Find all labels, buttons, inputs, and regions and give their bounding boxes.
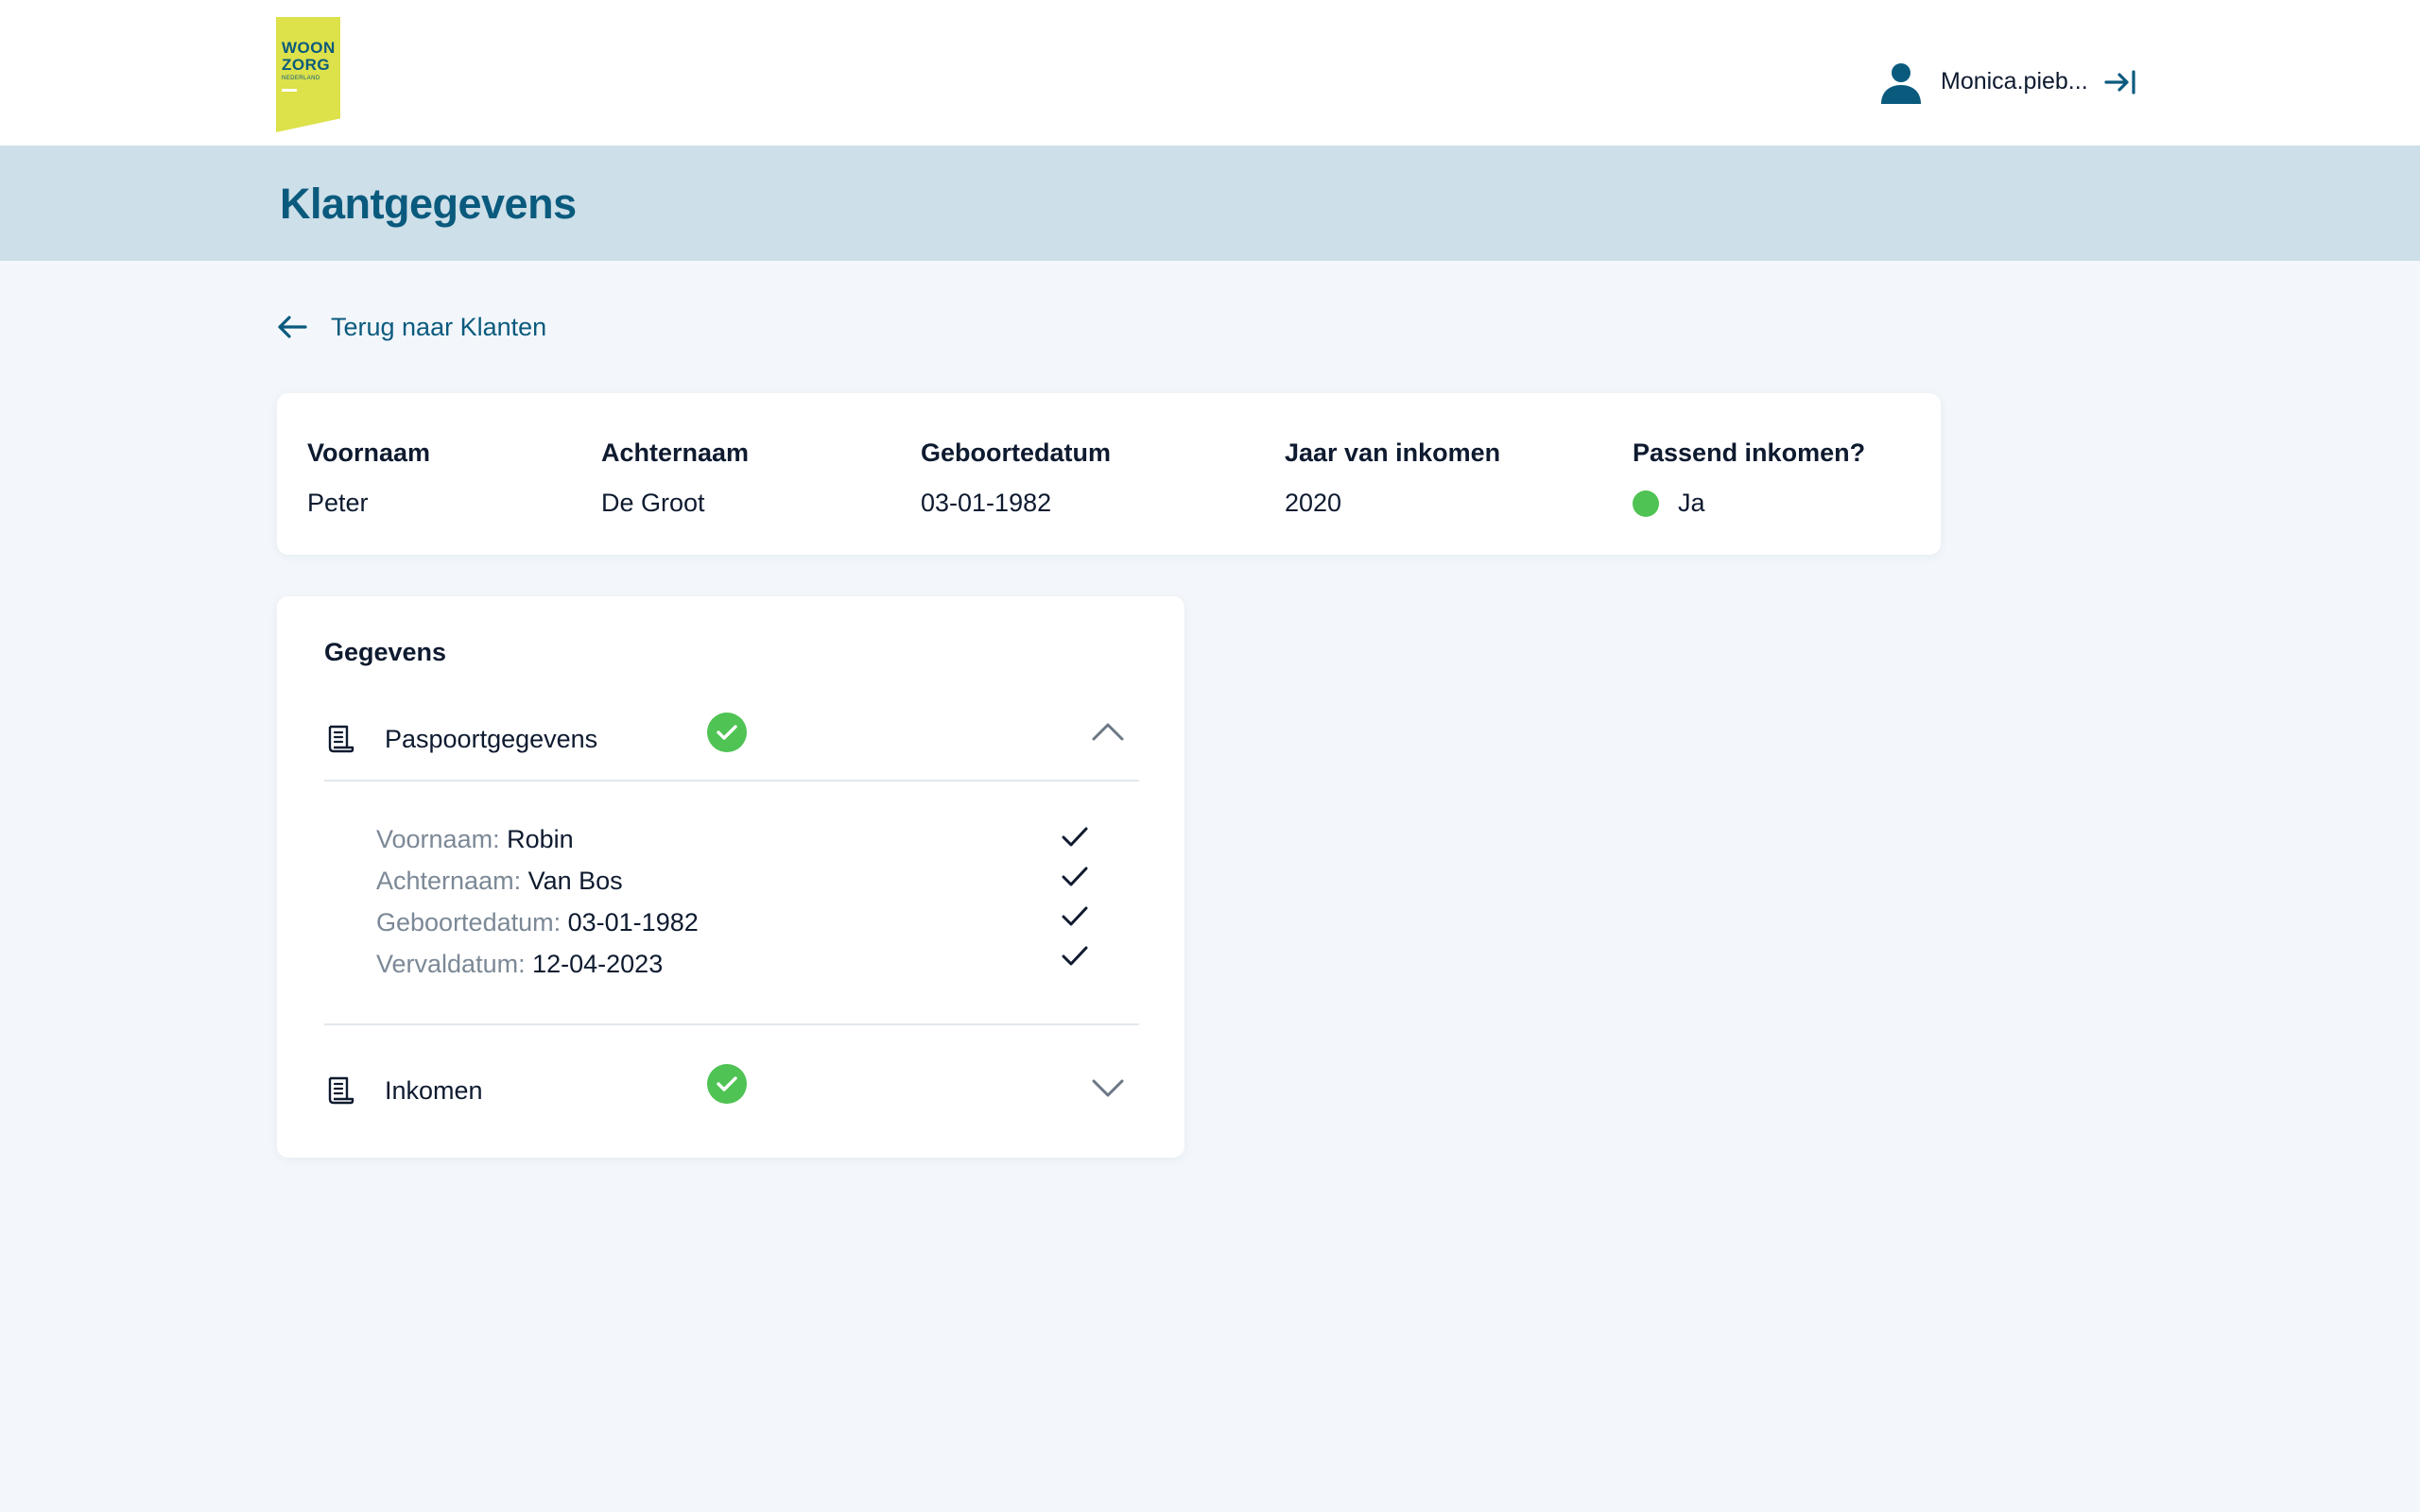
- row-value: 12-04-2023: [532, 950, 664, 978]
- check-circle-icon: [707, 1064, 747, 1104]
- logo-line-1: WOON: [282, 39, 336, 57]
- logout-icon[interactable]: [2104, 68, 2136, 96]
- accordion-inkomen[interactable]: Inkomen: [324, 1063, 1139, 1120]
- check-icon: [1062, 906, 1088, 926]
- summary-value: Ja: [1678, 489, 1705, 517]
- accordion-paspoortgegevens[interactable]: Paspoortgegevens: [324, 712, 1139, 768]
- divider: [324, 780, 1139, 782]
- gegevens-card: Gegevens Paspoortgegevens Voornaam: Robi…: [277, 596, 1184, 1158]
- row-key: Vervaldatum:: [376, 950, 533, 978]
- user-icon[interactable]: [1879, 62, 1923, 104]
- divider: [324, 1023, 1139, 1025]
- summary-label: Achternaam: [601, 438, 750, 467]
- client-summary-card: Voornaam Peter Achternaam De Groot Geboo…: [277, 393, 1941, 555]
- row-value: Van Bos: [527, 867, 623, 895]
- user-name[interactable]: Monica.pieb...: [1941, 68, 2088, 95]
- summary-label: Geboortedatum: [921, 438, 1112, 467]
- back-to-klanten-link[interactable]: Terug naar Klanten: [276, 308, 546, 346]
- woonzorg-logo[interactable]: WOON ZORG NEDERLAND: [276, 17, 340, 132]
- summary-voornaam: Voornaam Peter: [307, 438, 430, 518]
- gegevens-title: Gegevens: [324, 638, 447, 666]
- passport-row-achternaam: Achternaam: Van Bos: [376, 867, 1137, 901]
- accordion-label: Paspoortgegevens: [385, 725, 598, 753]
- summary-label: Jaar van inkomen: [1285, 438, 1501, 467]
- summary-value-row: Ja: [1633, 489, 1865, 518]
- summary-achternaam: Achternaam De Groot: [601, 438, 749, 518]
- summary-value: Peter: [307, 489, 369, 517]
- logo-line-3: NEDERLAND: [282, 76, 320, 81]
- check-icon: [1062, 827, 1088, 847]
- arrow-left-icon: [278, 316, 307, 338]
- page-title: Klantgegevens: [280, 180, 577, 228]
- check-icon: [1062, 946, 1088, 966]
- row-key: Voornaam:: [376, 825, 508, 853]
- back-link-label: Terug naar Klanten: [331, 312, 547, 341]
- chevron-up-icon[interactable]: [1090, 719, 1126, 744]
- summary-passend-inkomen: Passend inkomen? Ja: [1633, 438, 1865, 518]
- check-icon: [1062, 867, 1088, 886]
- status-dot-green: [1633, 490, 1659, 517]
- logo-line-2: ZORG: [282, 56, 331, 74]
- row-key: Geboortedatum:: [376, 908, 568, 936]
- summary-label: Passend inkomen?: [1633, 438, 1866, 467]
- row-value: 03-01-1982: [567, 908, 699, 936]
- summary-geboortedatum: Geboortedatum 03-01-1982: [921, 438, 1111, 518]
- row-value: Robin: [507, 825, 574, 853]
- summary-jaar-van-inkomen: Jaar van inkomen 2020: [1285, 438, 1500, 518]
- summary-label: Voornaam: [307, 438, 431, 467]
- passport-row-voornaam: Voornaam: Robin: [376, 825, 1137, 859]
- passport-row-geboortedatum: Geboortedatum: 03-01-1982: [376, 906, 1137, 942]
- chevron-down-icon[interactable]: [1090, 1076, 1126, 1101]
- accordion-label: Inkomen: [385, 1076, 483, 1105]
- document-icon: [328, 725, 354, 753]
- row-key: Achternaam:: [376, 867, 528, 895]
- document-icon: [328, 1076, 354, 1105]
- summary-value: 2020: [1285, 489, 1342, 517]
- passport-row-vervaldatum: Vervaldatum: 12-04-2023: [376, 946, 1137, 984]
- check-circle-icon: [707, 713, 747, 752]
- summary-value: 03-01-1982: [921, 489, 1052, 517]
- summary-value: De Groot: [601, 489, 705, 517]
- logo-dash: [282, 89, 297, 92]
